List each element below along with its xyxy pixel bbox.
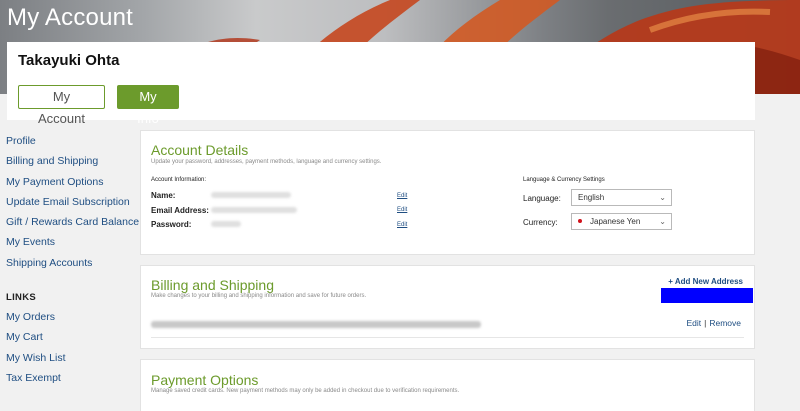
chevron-down-icon: ⌄ (659, 217, 666, 226)
sidebar-item-payment-options[interactable]: My Payment Options (6, 176, 136, 196)
email-label: Email Address: (151, 206, 209, 215)
highlight-box (661, 288, 753, 303)
user-card: Takayuki Ohta My Account My Info (7, 42, 755, 126)
payment-options-title: Payment Options (151, 372, 259, 388)
password-value-redacted (211, 221, 241, 227)
address-actions: Edit | Remove (686, 318, 741, 328)
edit-name-link[interactable]: Edit (397, 193, 407, 199)
payment-options-panel: Payment Options Manage saved credit card… (140, 359, 755, 411)
account-details-panel: Account Details Update your password, ad… (140, 130, 755, 255)
language-label: Language: (523, 194, 561, 203)
name-label: Name: (151, 191, 176, 200)
sidebar-link-my-orders[interactable]: My Orders (6, 311, 136, 331)
currency-select[interactable]: Japanese Yen ⌄ (571, 213, 672, 230)
payment-options-subtitle: Manage saved credit cards. New payment m… (151, 388, 460, 394)
sidebar-link-tax-exempt[interactable]: Tax Exempt (6, 372, 136, 392)
user-name: Takayuki Ohta (18, 52, 120, 69)
currency-select-value: Japanese Yen (590, 217, 641, 226)
sidebar-item-my-events[interactable]: My Events (6, 236, 136, 256)
sidebar-link-wish-list[interactable]: My Wish List (6, 352, 136, 372)
password-label: Password: (151, 220, 192, 229)
tab-my-account[interactable]: My Account (18, 85, 105, 126)
edit-password-link[interactable]: Edit (397, 222, 407, 228)
language-currency-heading: Language & Currency Settings (523, 177, 605, 183)
add-new-address-link[interactable]: + Add New Address (668, 277, 743, 286)
account-details-subtitle: Update your password, addresses, payment… (151, 159, 382, 165)
language-select[interactable]: English ⌄ (571, 189, 672, 206)
sidebar-item-email-subscription[interactable]: Update Email Subscription (6, 196, 136, 216)
tab-my-info[interactable]: My Info (117, 85, 179, 126)
saved-address-redacted (151, 321, 481, 328)
account-info-heading: Account Information: (151, 177, 207, 183)
links-heading: LINKS (6, 292, 36, 304)
sidebar-item-profile[interactable]: Profile (6, 135, 136, 155)
name-value-redacted (211, 192, 291, 198)
billing-shipping-title: Billing and Shipping (151, 277, 274, 293)
email-value-redacted (211, 207, 297, 213)
japan-flag-icon (578, 218, 582, 223)
billing-shipping-panel: Billing and Shipping Make changes to you… (140, 265, 755, 349)
chevron-down-icon: ⌄ (659, 193, 666, 202)
sidebar: Profile Billing and Shipping My Payment … (6, 135, 139, 392)
language-select-value: English (578, 193, 605, 202)
edit-email-link[interactable]: Edit (397, 207, 407, 213)
edit-address-link[interactable]: Edit (686, 318, 701, 328)
account-details-title: Account Details (151, 142, 249, 158)
currency-label: Currency: (523, 218, 558, 227)
address-divider (151, 337, 744, 338)
sidebar-link-my-cart[interactable]: My Cart (6, 331, 136, 351)
page-title: My Account (7, 4, 134, 31)
sidebar-item-gift-card-balance[interactable]: Gift / Rewards Card Balance (6, 216, 139, 236)
remove-address-link[interactable]: Remove (709, 318, 741, 328)
billing-shipping-subtitle: Make changes to your billing and shippin… (151, 293, 367, 299)
sidebar-item-shipping-accounts[interactable]: Shipping Accounts (6, 257, 136, 277)
sidebar-item-billing-shipping[interactable]: Billing and Shipping (6, 155, 136, 175)
